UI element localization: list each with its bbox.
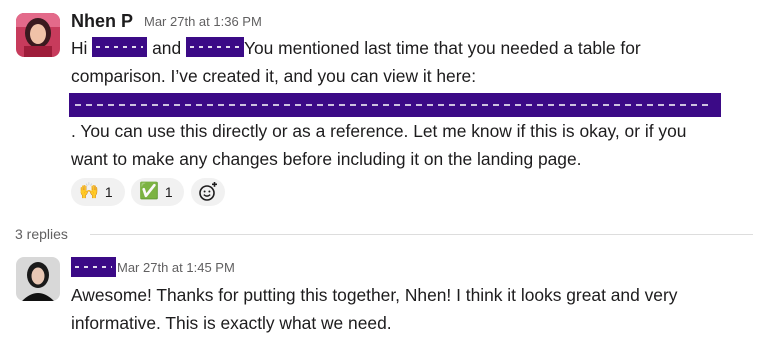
message-line: comparison. I’ve created it, and you can… [71,66,477,86]
reaction-check-mark[interactable]: ✅ 1 [131,178,184,206]
message-line: informative. This is exactly what we nee… [71,313,392,333]
message-line: Hi and You mentioned last time that you … [71,34,641,62]
reaction-count: 1 [164,184,173,200]
message-line: want to make any changes before includin… [71,149,582,169]
avatar-photo [16,257,60,301]
message-timestamp[interactable]: Mar 27th at 1:36 PM [144,14,262,29]
redacted-mention[interactable] [185,37,244,57]
raised-hands-icon: 🙌 [79,183,99,200]
replies-count[interactable]: 3 replies [15,226,68,242]
redacted-sender-name[interactable] [71,257,116,277]
check-mark-icon: ✅ [139,183,159,200]
avatar-photo [16,13,60,57]
avatar[interactable] [16,257,60,301]
message-nhen: Nhen P Mar 27th at 1:36 PM Hi and You me… [0,0,771,215]
add-reaction-icon [199,182,217,201]
message-reply: Mar 27th at 1:45 PM Awesome! Thanks for … [0,250,771,344]
add-reaction-button[interactable] [191,178,225,206]
message-line: Awesome! Thanks for putting this togethe… [71,285,678,305]
sender-name[interactable]: Nhen P [71,11,133,32]
greeting-text: Hi [71,38,88,58]
message-timestamp[interactable]: Mar 27th at 1:45 PM [117,260,235,275]
thread-divider [90,234,753,235]
redacted-mention[interactable] [92,37,148,57]
reaction-raised-hands[interactable]: 🙌 1 [71,178,125,206]
message-text: You mentioned last time that you needed … [243,38,641,58]
reaction-count: 1 [104,184,113,200]
redacted-link[interactable] [69,93,721,117]
message-line: . You can use this directly or as a refe… [71,121,687,141]
conjunction-text: and [152,38,182,58]
avatar[interactable] [16,13,60,57]
